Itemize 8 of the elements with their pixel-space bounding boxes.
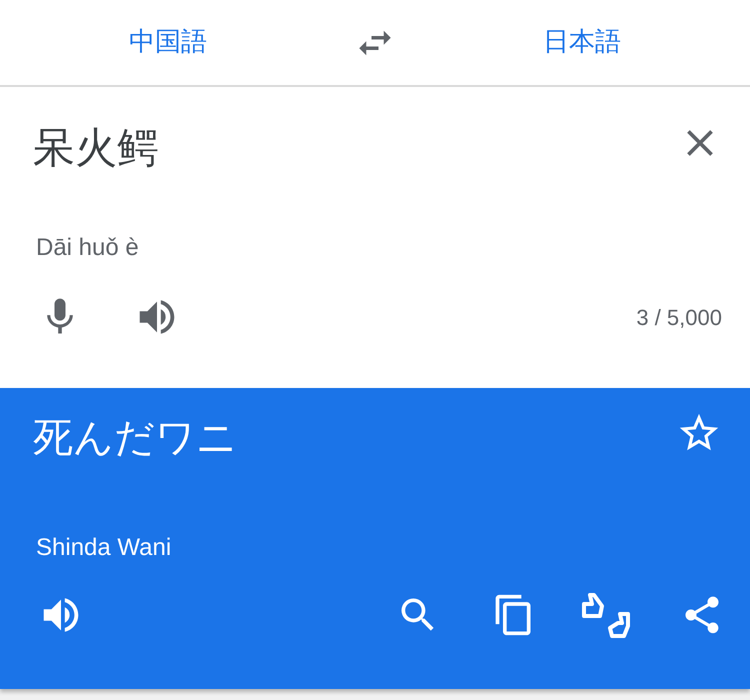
translation-transliteration: Shinda Wani: [35, 536, 172, 560]
source-language-tab[interactable]: 中国語: [129, 23, 207, 62]
character-count: 3 / 5,000: [636, 304, 722, 332]
thumbs-icon[interactable]: [580, 592, 632, 638]
transliteration: Dāi huǒ è: [35, 236, 140, 260]
target-language-tab[interactable]: 日本語: [543, 23, 621, 62]
translation-text: 死んだワニ: [33, 418, 237, 458]
input-text[interactable]: 呆火鳄: [33, 127, 159, 169]
